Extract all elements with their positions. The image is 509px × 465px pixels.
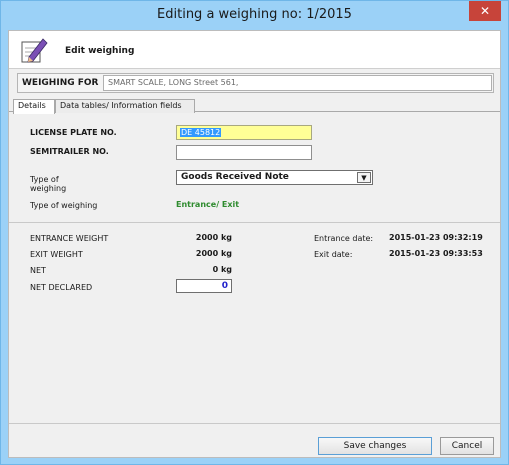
license-plate-label: LICENSE PLATE NO. — [30, 128, 117, 137]
semitrailer-input[interactable] — [176, 145, 312, 160]
type-label: Type of weighing — [30, 201, 98, 210]
cancel-button[interactable]: Cancel — [440, 437, 494, 455]
entrance-date-label: Entrance date: — [314, 234, 374, 243]
net-label: NET — [30, 266, 46, 275]
save-changes-button[interactable]: Save changes — [318, 437, 432, 455]
header-panel: Edit weighing — [9, 31, 500, 69]
exit-date-label: Exit date: — [314, 250, 353, 259]
dropdown-arrow-icon[interactable]: ▼ — [357, 172, 371, 183]
type-of-weighing-select[interactable]: Goods Received Note ▼ — [176, 170, 373, 185]
footer-divider — [9, 423, 500, 424]
exit-date-value: 2015-01-23 09:33:53 — [389, 249, 483, 258]
semitrailer-label: SEMITRAILER NO. — [30, 147, 109, 156]
net-value: 0 kg — [212, 265, 232, 274]
net-declared-input[interactable]: 0 — [176, 279, 232, 293]
details-tab-content: LICENSE PLATE NO. DE 45812 SEMITRAILER N… — [9, 112, 500, 423]
edit-pencil-icon — [21, 38, 48, 63]
license-plate-value: DE 45812 — [180, 128, 222, 137]
entrance-date-value: 2015-01-23 09:32:19 — [389, 233, 483, 242]
dialog-body: Edit weighing WEIGHING FOR SMART SCALE, … — [8, 30, 501, 458]
tab-data-tables[interactable]: Data tables/ Information fields — [55, 99, 195, 113]
weighing-for-field[interactable]: SMART SCALE, LONG Street 561, — [103, 75, 492, 91]
weighing-for-panel: WEIGHING FOR SMART SCALE, LONG Street 56… — [17, 73, 494, 93]
window-title: Editing a weighing no: 1/2015 — [157, 7, 352, 22]
net-declared-label: NET DECLARED — [30, 283, 93, 292]
header-title: Edit weighing — [65, 46, 135, 56]
license-plate-input[interactable]: DE 45812 — [176, 125, 312, 140]
exit-weight-label: EXIT WEIGHT — [30, 250, 83, 259]
type-select-value: Goods Received Note — [181, 172, 289, 182]
type-value: Entrance/ Exit — [176, 200, 240, 209]
close-button[interactable]: ✕ — [469, 1, 501, 21]
section-divider — [9, 222, 500, 223]
weighing-for-label: WEIGHING FOR — [22, 78, 99, 88]
exit-weight-value: 2000 kg — [195, 249, 232, 258]
entrance-weight-value: 2000 kg — [195, 233, 232, 242]
title-bar[interactable]: Editing a weighing no: 1/2015 ✕ — [1, 1, 508, 30]
tab-strip: Details Data tables/ Information fields — [9, 98, 500, 114]
type-select-label: Type of weighing — [30, 175, 67, 193]
dialog-window: Editing a weighing no: 1/2015 ✕ Edit wei… — [0, 0, 509, 465]
entrance-weight-label: ENTRANCE WEIGHT — [30, 234, 109, 243]
